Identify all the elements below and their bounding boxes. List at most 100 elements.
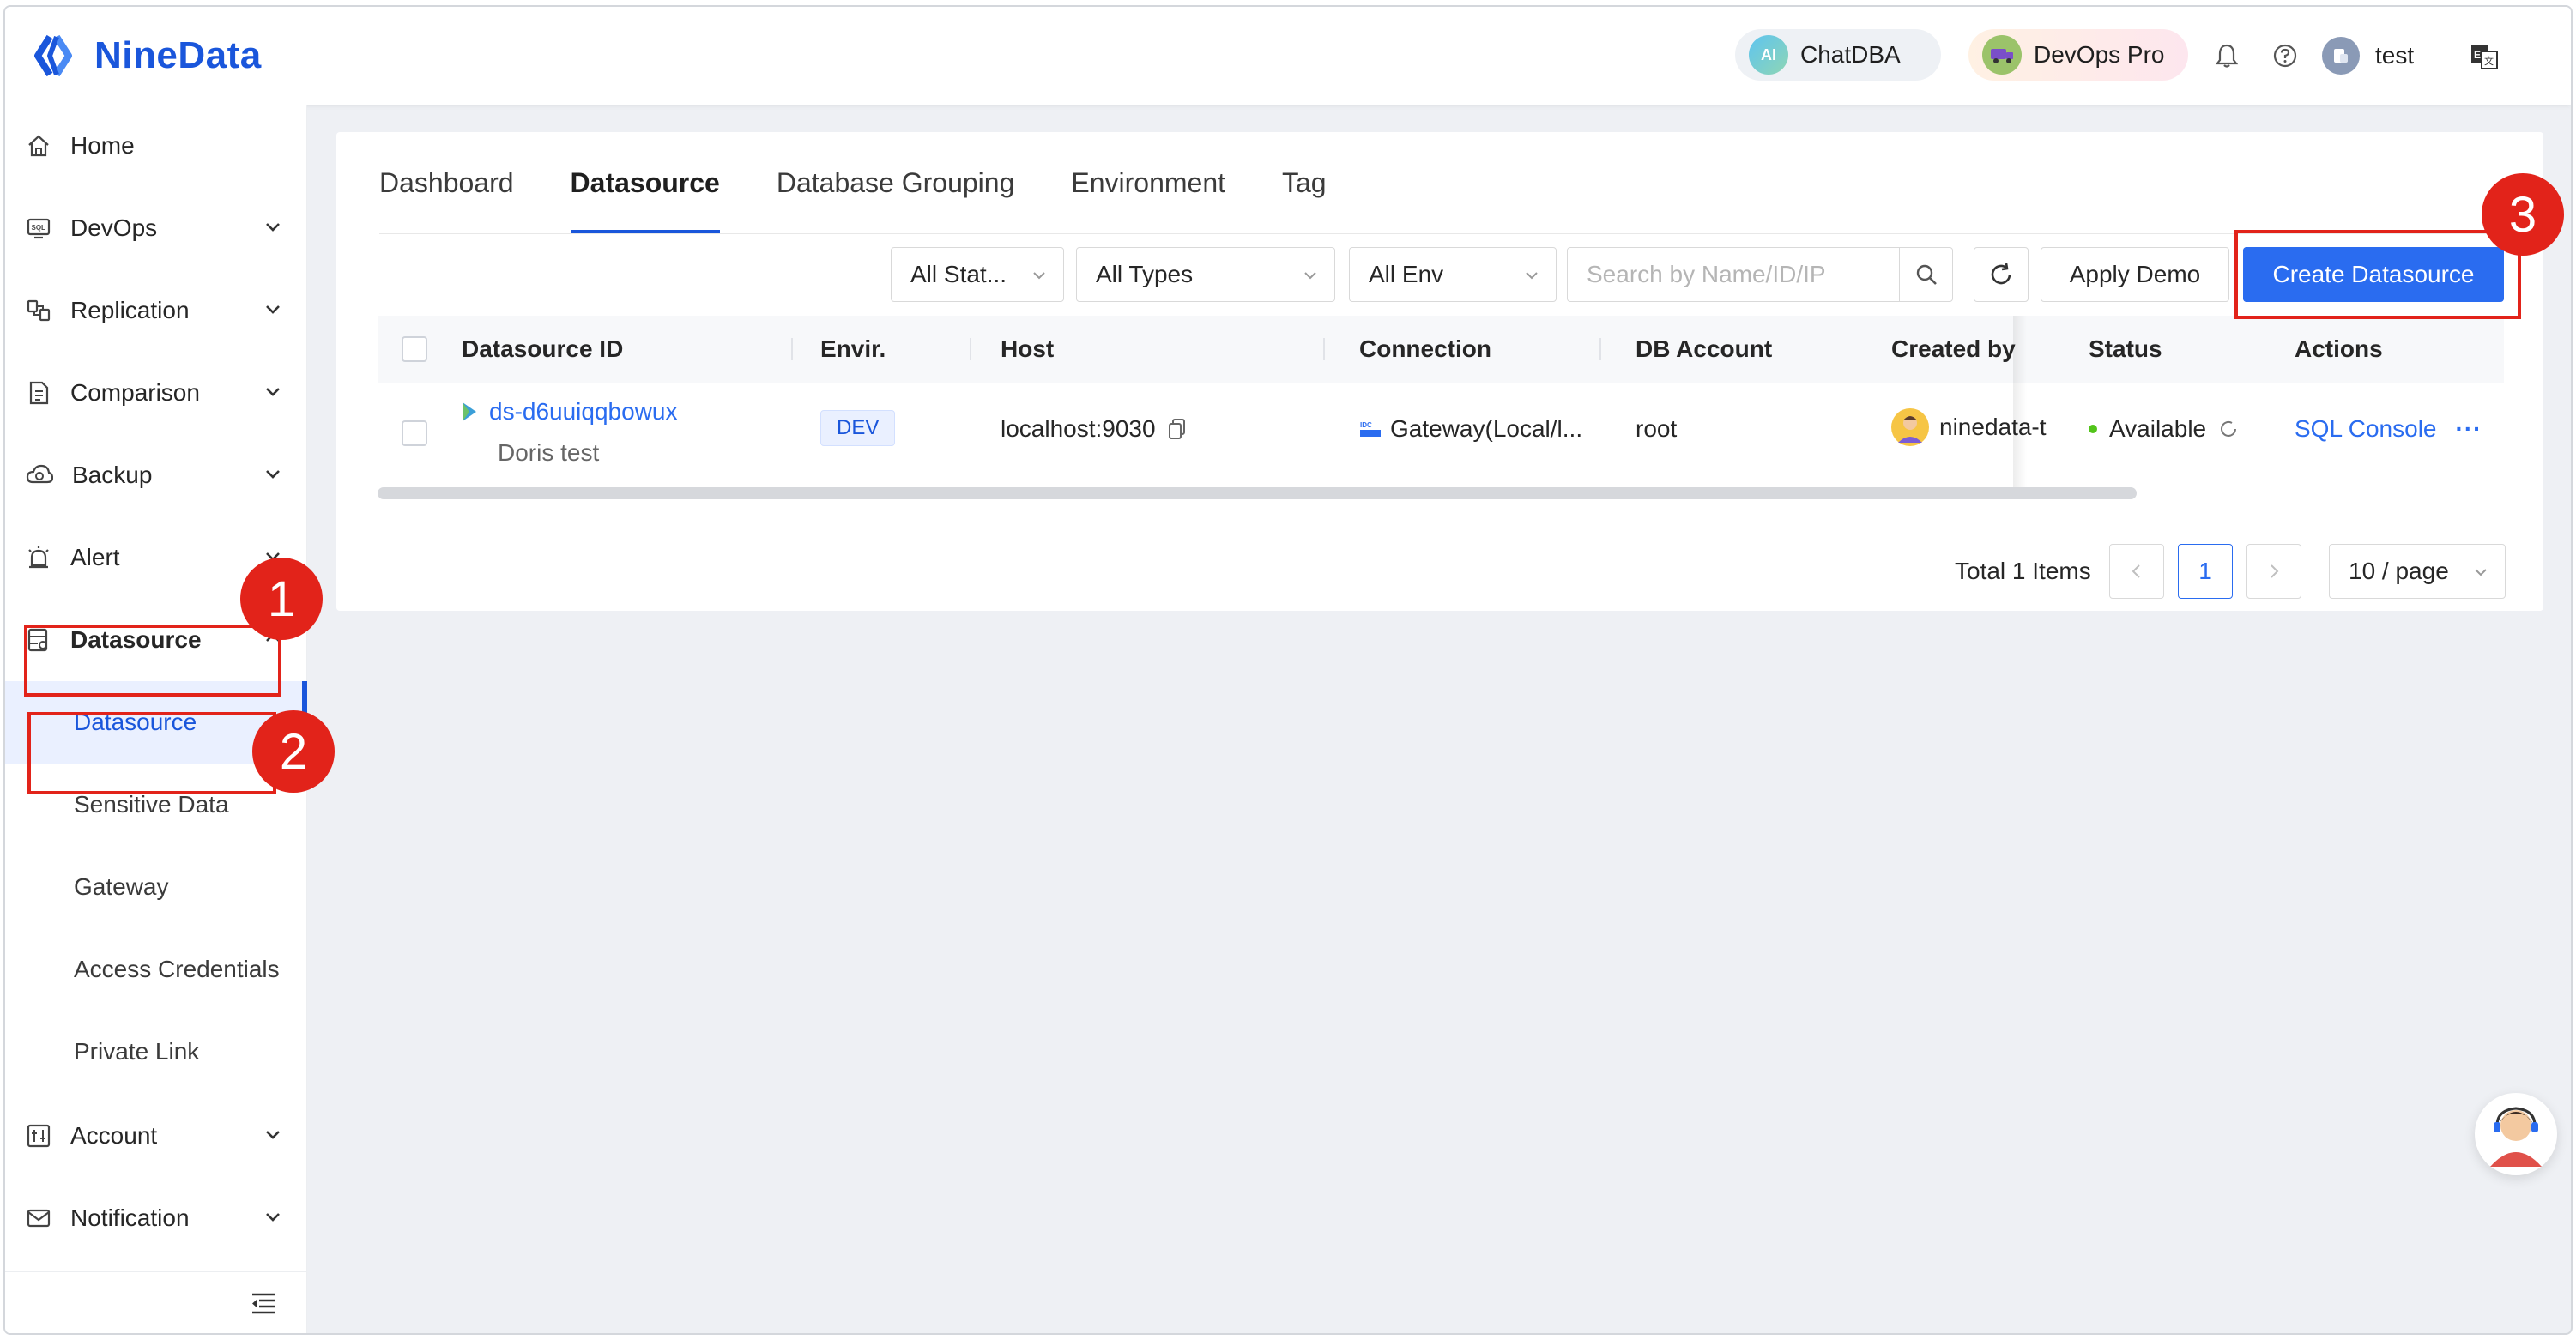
sidebar-item-backup[interactable]: Backup xyxy=(5,434,307,516)
ai-badge-icon: AI xyxy=(1749,35,1788,75)
select-value: All Env xyxy=(1369,261,1444,287)
sidebar-subitem-private-link[interactable]: Private Link xyxy=(5,1011,307,1093)
column-header-created-by: Created by xyxy=(1891,335,2016,362)
created-by-cell: ninedata-t xyxy=(1891,408,2059,446)
tab-tag[interactable]: Tag xyxy=(1282,132,1327,233)
page-1-button[interactable]: 1 xyxy=(2178,544,2233,599)
logo[interactable]: NineData xyxy=(31,26,262,86)
column-separator xyxy=(970,338,971,360)
env-tag: DEV xyxy=(820,410,896,446)
sidebar-item-label: Backup xyxy=(72,462,153,488)
prev-page-button[interactable] xyxy=(2109,544,2164,599)
env-filter-select[interactable]: All Env xyxy=(1349,247,1557,302)
horizontal-scrollbar[interactable] xyxy=(378,487,2137,499)
devops-pro-button[interactable]: DevOps Pro xyxy=(1968,29,2188,81)
column-header-db-account: DB Account xyxy=(1636,335,1773,362)
status-cell: Available xyxy=(2089,415,2239,443)
row-checkbox[interactable] xyxy=(402,420,427,446)
sidebar-item-label: Comparison xyxy=(70,379,200,406)
table-row: ds-d6uuiqqbowux Doris test DEV localhost… xyxy=(378,383,2504,486)
sidebar-subitem-label: Private Link xyxy=(74,1038,200,1065)
help-icon[interactable] xyxy=(2271,41,2300,70)
bell-icon[interactable] xyxy=(2212,41,2241,70)
tab-label: Datasource xyxy=(570,166,720,198)
support-assistant-button[interactable] xyxy=(2475,1093,2557,1175)
account-icon xyxy=(27,1124,51,1148)
sidebar-subitem-label: Access Credentials xyxy=(74,956,280,982)
datasource-icon xyxy=(27,628,48,652)
column-header-actions: Actions xyxy=(2295,335,2383,362)
mail-icon xyxy=(27,1209,51,1228)
sidebar-item-label: DevOps xyxy=(70,214,158,241)
tab-label: Database Grouping xyxy=(776,166,1015,198)
status-value: Available xyxy=(2109,415,2207,442)
tab-datasource[interactable]: Datasource xyxy=(570,132,721,233)
actions-cell: SQL Console ··· xyxy=(2295,415,2482,443)
select-value: All Types xyxy=(1096,261,1194,287)
datasource-id-link[interactable]: ds-d6uuiqqbowux xyxy=(489,398,678,426)
replication-icon xyxy=(27,299,51,322)
sql-console-link[interactable]: SQL Console xyxy=(2295,415,2437,443)
tab-dashboard[interactable]: Dashboard xyxy=(379,132,514,233)
sidebar-item-devops[interactable]: SQL DevOps xyxy=(5,187,307,269)
user-menu[interactable]: test xyxy=(2322,36,2414,75)
home-icon xyxy=(28,135,49,157)
sidebar-subitem-access-credentials[interactable]: Access Credentials xyxy=(5,928,307,1011)
host-cell: localhost:9030 xyxy=(1001,415,1187,443)
next-page-button[interactable] xyxy=(2246,544,2301,599)
sidebar: Home SQL DevOps Replication Comparison B… xyxy=(5,105,307,1333)
connection-cell: IDC Gateway(Local/l... xyxy=(1359,415,1582,443)
sidebar-subitem-label: Sensitive Data xyxy=(74,791,229,818)
search-button[interactable] xyxy=(1899,248,1952,301)
search-input[interactable] xyxy=(1568,249,1899,300)
chevron-down-icon xyxy=(1033,272,1045,280)
page-size-value: 10 / page xyxy=(2349,558,2449,584)
chevron-down-icon xyxy=(266,1213,280,1222)
sidebar-item-comparison[interactable]: Comparison xyxy=(5,352,307,434)
tab-database-grouping[interactable]: Database Grouping xyxy=(777,132,1015,233)
chevron-down-icon xyxy=(266,388,280,396)
sidebar-item-label: Notification xyxy=(70,1204,190,1231)
type-filter-select[interactable]: All Types xyxy=(1076,247,1335,302)
page-size-select[interactable]: 10 / page xyxy=(2329,544,2506,599)
step-badge-1: 1 xyxy=(240,558,323,640)
column-header-datasource-id: Datasource ID xyxy=(462,335,624,362)
doris-db-icon xyxy=(463,402,476,421)
collapse-sidebar-icon[interactable] xyxy=(249,1290,278,1320)
ninedata-logo-icon xyxy=(34,34,72,77)
chevron-right-icon xyxy=(2271,564,2279,578)
sidebar-item-notification[interactable]: Notification xyxy=(5,1177,307,1259)
status-dot xyxy=(2089,425,2097,433)
sidebar-subitem-label: Gateway xyxy=(74,873,169,900)
apply-demo-button[interactable]: Apply Demo xyxy=(2041,247,2229,302)
status-filter-select[interactable]: All Stat... xyxy=(891,247,1064,302)
sidebar-item-home[interactable]: Home xyxy=(5,105,307,187)
chevron-down-icon xyxy=(266,1131,280,1139)
sidebar-subitem-gateway[interactable]: Gateway xyxy=(5,846,307,928)
cloud-backup-icon xyxy=(26,464,53,484)
refresh-status-icon[interactable] xyxy=(2218,419,2239,439)
tab-environment[interactable]: Environment xyxy=(1071,132,1225,233)
sidebar-item-label: Datasource xyxy=(70,626,202,653)
user-avatar-icon xyxy=(1891,408,1929,446)
copy-icon[interactable] xyxy=(1168,418,1187,440)
language-switch-icon[interactable]: En 文 xyxy=(2470,41,2499,70)
svg-text:SQL: SQL xyxy=(32,224,46,232)
more-actions-icon[interactable]: ··· xyxy=(2456,415,2482,443)
create-datasource-button[interactable]: Create Datasource xyxy=(2243,247,2504,302)
select-all-checkbox[interactable] xyxy=(402,316,427,383)
datasource-name: Doris test xyxy=(498,439,600,466)
sidebar-item-replication[interactable]: Replication xyxy=(5,269,307,352)
devops-pro-label: DevOps Pro xyxy=(2034,41,2165,68)
truck-icon xyxy=(1982,35,2022,75)
svg-text:文: 文 xyxy=(2484,55,2494,67)
column-header-host: Host xyxy=(1001,335,1055,362)
db-account-cell: root xyxy=(1636,415,1678,442)
step-badge-2: 2 xyxy=(252,710,335,793)
chevron-down-icon xyxy=(1526,272,1538,280)
sidebar-item-account[interactable]: Account xyxy=(5,1095,307,1177)
chatdba-button[interactable]: AI ChatDBA xyxy=(1735,29,1941,81)
refresh-button[interactable] xyxy=(1974,247,2029,302)
select-value: All Stat... xyxy=(910,261,1007,287)
button-label: Apply Demo xyxy=(2069,261,2201,287)
